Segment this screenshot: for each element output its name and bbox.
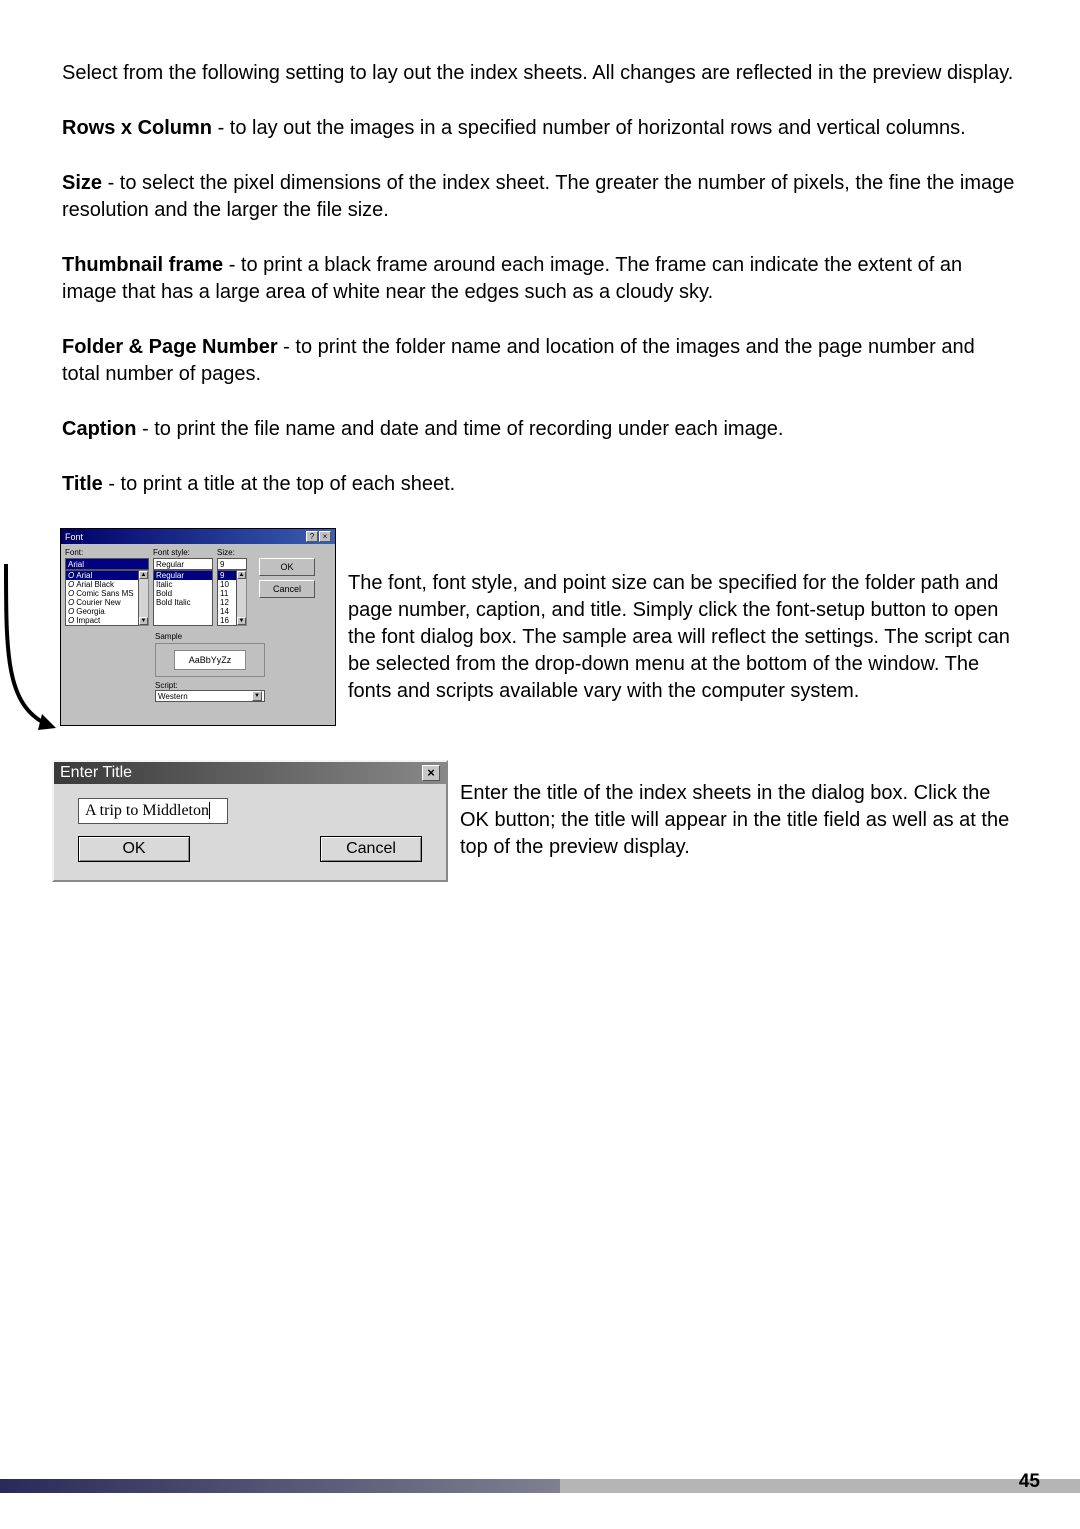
enter-title-dialog: Enter Title × A trip to Middleton OK Can… [52, 760, 448, 882]
font-input[interactable]: Arial [65, 558, 149, 570]
title-ok-button[interactable]: OK [78, 836, 190, 862]
font-cancel-button[interactable]: Cancel [259, 580, 315, 598]
font-dialog-titlebar[interactable]: Font ? × [61, 529, 335, 544]
style-list-item[interactable]: Bold [154, 589, 212, 598]
size-list-item[interactable]: 18 [218, 625, 236, 626]
rows-text: - to lay out the images in a specified n… [212, 117, 966, 139]
font-list-item[interactable]: OGeorgia [66, 607, 138, 616]
scroll-up-icon[interactable]: ▲ [139, 571, 148, 579]
title-input[interactable]: A trip to Middleton [78, 798, 228, 824]
title-dialog-titlebar[interactable]: Enter Title × [54, 762, 446, 784]
scroll-down-icon[interactable]: ▼ [139, 617, 148, 625]
style-label: Font style: [153, 548, 213, 557]
size-label: Size [62, 172, 102, 194]
frame-label: Thumbnail frame [62, 254, 223, 276]
title-section: Title - to print a title at the top of e… [62, 471, 1018, 498]
size-list-item[interactable]: 16 [218, 616, 236, 625]
size-list-item[interactable]: 12 [218, 598, 236, 607]
font-dialog-title: Font [65, 532, 83, 542]
frame-section: Thumbnail frame - to print a black frame… [62, 252, 1018, 306]
page-footer: 45 [0, 1479, 1080, 1493]
title-dialog-title: Enter Title [60, 764, 132, 782]
font-ok-button[interactable]: OK [259, 558, 315, 576]
font-label: Font: [65, 548, 149, 557]
script-select[interactable]: Western ▼ [155, 690, 265, 702]
size-text: - to select the pixel dimensions of the … [62, 172, 1014, 221]
sample-box: AaBbYyZz [155, 643, 265, 677]
intro-text: Select from the following setting to lay… [62, 60, 1018, 87]
size-list-item[interactable]: 14 [218, 607, 236, 616]
title-text: - to print a title at the top of each sh… [103, 473, 455, 495]
title-cancel-button[interactable]: Cancel [320, 836, 422, 862]
help-button[interactable]: ? [306, 531, 318, 542]
folder-section: Folder & Page Number - to print the fold… [62, 334, 1018, 388]
font-list-item[interactable]: OImpact [66, 616, 138, 625]
script-value: Western [158, 692, 188, 701]
folder-label: Folder & Page Number [62, 336, 278, 358]
script-label: Script: [155, 681, 265, 690]
size-list-scrollbar[interactable]: ▲ ▼ [237, 570, 247, 626]
caption-text: - to print the file name and date and ti… [136, 418, 783, 440]
size-list-item[interactable]: 10 [218, 580, 236, 589]
chevron-down-icon: ▼ [252, 691, 262, 701]
size-list-item[interactable]: 9 [218, 571, 236, 580]
caption-label: Caption [62, 418, 136, 440]
rows-section: Rows x Column - to lay out the images in… [62, 115, 1018, 142]
style-list-item[interactable]: Italic [154, 580, 212, 589]
title-label: Title [62, 473, 103, 495]
font-dialog: Font ? × Font: Arial OArial OArial Black… [60, 528, 336, 726]
page-number: 45 [1019, 1471, 1040, 1493]
caption-section: Caption - to print the file name and dat… [62, 416, 1018, 443]
font-list-item[interactable]: OLucida Console [66, 625, 138, 626]
font-list-item[interactable]: OComic Sans MS [66, 589, 138, 598]
size-list-item[interactable]: 11 [218, 589, 236, 598]
style-input[interactable]: Regular [153, 558, 213, 570]
rows-label: Rows x Column [62, 117, 212, 139]
size-label-fd: Size: [217, 548, 247, 557]
size-section: Size - to select the pixel dimensions of… [62, 170, 1018, 224]
sample-text: AaBbYyZz [174, 650, 247, 670]
scroll-up-icon[interactable]: ▲ [237, 571, 246, 579]
font-list-scrollbar[interactable]: ▲ ▼ [139, 570, 149, 626]
font-list-item[interactable]: OCourier New [66, 598, 138, 607]
font-list-item[interactable]: OArial Black [66, 580, 138, 589]
font-explanation: The font, font style, and point size can… [348, 570, 1018, 705]
close-button[interactable]: × [319, 531, 331, 542]
close-icon[interactable]: × [422, 765, 440, 781]
style-list-item[interactable]: Bold Italic [154, 598, 212, 607]
sample-label: Sample [155, 632, 265, 641]
font-list-item[interactable]: OArial [66, 571, 138, 580]
title-explanation: Enter the title of the index sheets in t… [460, 780, 1020, 861]
style-list-item[interactable]: Regular [154, 571, 212, 580]
size-input[interactable]: 9 [217, 558, 247, 570]
scroll-down-icon[interactable]: ▼ [237, 617, 246, 625]
